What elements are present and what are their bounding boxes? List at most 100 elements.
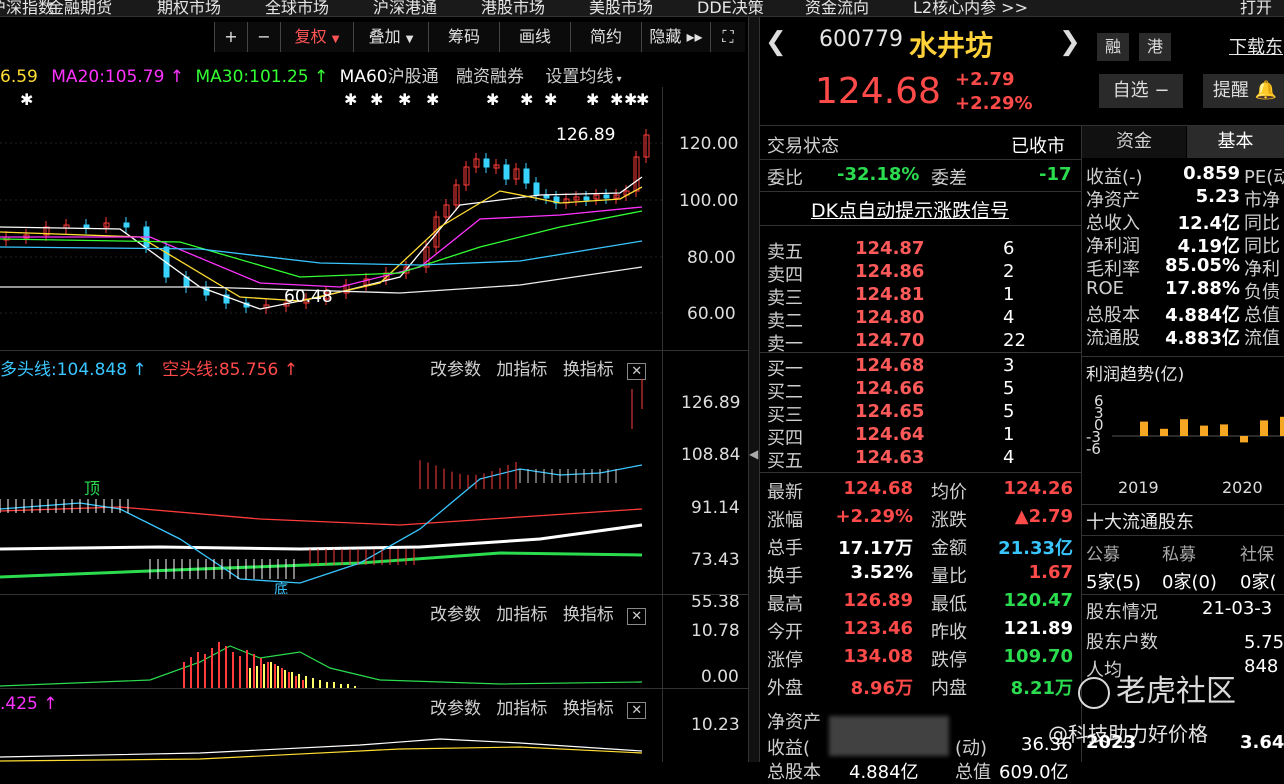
- ma20-line: [0, 206, 643, 288]
- axis-tick: 91.14: [691, 498, 740, 518]
- star-marker-icon: ✱: [20, 90, 33, 109]
- chouma-button[interactable]: 筹码: [428, 22, 499, 52]
- indicator-chart-2[interactable]: [0, 622, 662, 688]
- orderbook-sell-price[interactable]: 124.81: [855, 284, 924, 305]
- hgt-toggle[interactable]: 沪股通: [388, 67, 439, 87]
- watermark-author: @科技助力好价格: [1048, 722, 1208, 746]
- ma30-line: [0, 210, 643, 278]
- close-icon[interactable]: ✕: [627, 363, 647, 380]
- hide-button[interactable]: 隐藏 ▸▸: [641, 22, 710, 52]
- nav-item[interactable]: DDE决策: [697, 0, 764, 16]
- candle: [583, 196, 590, 201]
- nav-item[interactable]: 资金流向: [805, 0, 869, 16]
- change-param-button[interactable]: 改参数: [430, 360, 481, 380]
- white-band-line: [0, 523, 643, 551]
- rong-badge[interactable]: 融: [1097, 33, 1129, 61]
- quote-label: 内盘: [931, 678, 967, 699]
- nav-item[interactable]: 打开: [1240, 0, 1272, 16]
- zoom-in-button[interactable]: +: [214, 22, 247, 52]
- nav-item[interactable]: 金融期货: [48, 0, 112, 16]
- profit-trend-chart: 630-3-6: [1086, 392, 1284, 458]
- divider: [0, 594, 748, 595]
- huaxian-button[interactable]: 画线: [499, 22, 570, 52]
- status-value: 已收市: [1011, 136, 1065, 157]
- quote-value: 121.89: [1003, 618, 1073, 639]
- switch-indicator-button[interactable]: 换指标: [563, 699, 614, 719]
- diejia-button[interactable]: 叠加 ▼: [353, 22, 428, 52]
- dk-signal-link[interactable]: DK点自动提示涨跌信号: [811, 196, 1009, 223]
- orderbook-sell-price[interactable]: 124.87: [855, 238, 924, 259]
- fuquan-button[interactable]: 复权 ▼: [280, 22, 353, 52]
- star-marker-icon: ✱: [544, 90, 557, 109]
- weicha-label: 委差: [931, 168, 967, 189]
- zoom-out-button[interactable]: −: [247, 22, 280, 52]
- change-param-button[interactable]: 改参数: [430, 699, 481, 719]
- nav-item[interactable]: 期权市场: [157, 0, 221, 16]
- fullscreen-icon[interactable]: ⛶: [710, 22, 745, 52]
- add-indicator-button[interactable]: 加指标: [496, 360, 547, 380]
- profit-axis-tick: -6: [1086, 440, 1101, 458]
- orderbook-buy-price[interactable]: 124.63: [855, 447, 924, 468]
- chevron-down-icon: ▾: [613, 74, 622, 85]
- tab-jiben[interactable]: 基本: [1187, 126, 1284, 158]
- nav-item[interactable]: 沪深港通: [373, 0, 437, 16]
- collapse-arrow-icon[interactable]: ◀: [749, 447, 758, 461]
- holders-col: 私募: [1162, 545, 1196, 565]
- quote-value: 8.21万: [1010, 678, 1073, 699]
- divider: [759, 159, 1081, 160]
- quote-label: 跌停: [931, 650, 967, 671]
- nav-item[interactable]: 港股市场: [481, 0, 545, 16]
- panel2-buttons: 改参数 加指标 换指标 ✕: [430, 355, 647, 380]
- syi-label: 收益(: [767, 738, 811, 759]
- fin-value: 17.88%: [1165, 278, 1240, 299]
- watermark-brand: 老虎社区: [1078, 666, 1236, 710]
- syi-dong-label: (动): [955, 738, 988, 759]
- orderbook-buy-price[interactable]: 124.64: [855, 424, 924, 445]
- next-stock-icon[interactable]: ❯: [1059, 27, 1081, 57]
- orderbook-panel: 交易状态 已收市 委比 -32.18% 委差 -17 DK点自动提示涨跌信号 卖…: [759, 126, 1082, 783]
- divider: [0, 688, 748, 689]
- orderbook-sell-price[interactable]: 124.80: [855, 307, 924, 328]
- nav-item[interactable]: 美股市场: [589, 0, 653, 16]
- divider: [759, 472, 1081, 473]
- ma60-value: MA60: [339, 67, 388, 87]
- orderbook-buy-price[interactable]: 124.66: [855, 378, 924, 399]
- quote-value: 120.47: [1003, 590, 1073, 611]
- download-link[interactable]: 下载东: [1229, 33, 1283, 59]
- orderbook-buy-price[interactable]: 124.68: [855, 355, 924, 376]
- diejia-label: 叠加: [368, 27, 401, 46]
- quote-label: 今开: [767, 622, 803, 643]
- zixuan-button[interactable]: 自选 −: [1099, 74, 1183, 108]
- divider: [1082, 594, 1284, 595]
- divider: [0, 350, 748, 351]
- nav-item[interactable]: L2核心内参 >>: [913, 0, 1028, 16]
- orderbook-sell-price[interactable]: 124.70: [855, 330, 924, 351]
- divider: [759, 352, 1081, 353]
- ma-setting-button[interactable]: 设置均线: [545, 67, 613, 87]
- jianyue-button[interactable]: 简约: [570, 22, 641, 52]
- add-indicator-button[interactable]: 加指标: [496, 699, 547, 719]
- alert-button[interactable]: 提醒 🔔: [1203, 74, 1284, 108]
- indicator-chart-3[interactable]: [0, 717, 662, 762]
- tab-zijin[interactable]: 资金: [1082, 126, 1186, 158]
- divider: [1082, 356, 1284, 357]
- orderbook-buy-vol: 1: [1003, 424, 1015, 445]
- nav-item[interactable]: 沪深指数: [0, 0, 54, 16]
- rzrq-toggle[interactable]: 融资融券: [456, 67, 524, 87]
- profit-year: 2019: [1118, 478, 1159, 497]
- chevron-down-icon: ▼: [405, 34, 414, 45]
- orderbook-buy-price[interactable]: 124.65: [855, 401, 924, 422]
- orderbook-buy-vol: 5: [1003, 401, 1015, 422]
- chart-area: + − 复权 ▼ 叠加 ▼ 筹码 画线 简约 隐藏 ▸▸ ⛶ 6.59 MA20…: [0, 17, 748, 762]
- holders-val: 5家(5): [1086, 572, 1141, 593]
- ma60-line: [0, 240, 643, 266]
- quote-label: 外盘: [767, 678, 803, 699]
- orderbook-sell-price[interactable]: 124.86: [855, 261, 924, 282]
- prev-stock-icon[interactable]: ❮: [765, 27, 787, 57]
- nav-item[interactable]: 全球市场: [265, 0, 329, 16]
- profit-year: 2020: [1222, 478, 1263, 497]
- weibi-label: 委比: [767, 168, 803, 189]
- switch-indicator-button[interactable]: 换指标: [563, 360, 614, 380]
- jzc-label: 净资产: [767, 712, 821, 733]
- gang-badge[interactable]: 港: [1139, 33, 1171, 61]
